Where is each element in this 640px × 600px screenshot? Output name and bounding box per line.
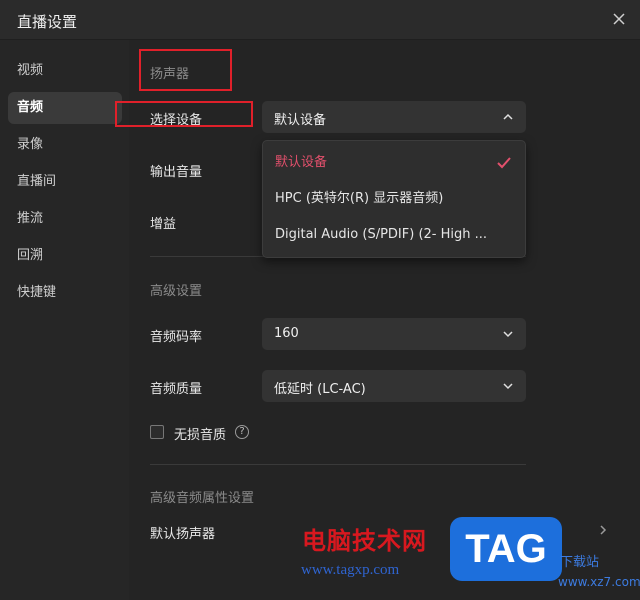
sidebar: 视频 音频 录像 直播间 推流 回溯 快捷键 bbox=[0, 40, 129, 600]
sidebar-item-recording[interactable]: 录像 bbox=[8, 129, 122, 161]
device-select-value: 默认设备 bbox=[274, 113, 327, 128]
bitrate-label: 音频码率 bbox=[150, 330, 203, 345]
speaker-section-title: 扬声器 bbox=[150, 67, 190, 82]
chevron-up-icon bbox=[503, 113, 513, 120]
sidebar-item-replay[interactable]: 回溯 bbox=[8, 240, 122, 272]
bitrate-select[interactable]: 160 bbox=[262, 318, 526, 350]
advanced-audio-section-title: 高级音频属性设置 bbox=[150, 491, 255, 506]
output-volume-label: 输出音量 bbox=[150, 165, 203, 180]
sidebar-item-video[interactable]: 视频 bbox=[8, 55, 122, 87]
device-label: 选择设备 bbox=[150, 113, 203, 128]
device-select[interactable]: 默认设备 bbox=[262, 101, 526, 133]
watermark-cn-text: 电脑技术网 bbox=[302, 527, 427, 555]
watermark-tag-logo: TAG bbox=[450, 517, 562, 581]
dropdown-option-default[interactable]: 默认设备 bbox=[263, 145, 525, 181]
default-speaker-label[interactable]: 默认扬声器 bbox=[150, 523, 215, 542]
chevron-down-icon bbox=[503, 383, 513, 390]
sidebar-item-streaming[interactable]: 推流 bbox=[8, 203, 122, 235]
chevron-right-icon[interactable] bbox=[598, 523, 608, 537]
advanced-section-title: 高级设置 bbox=[150, 284, 203, 299]
divider bbox=[150, 464, 526, 465]
dropdown-option-label: HPC (英特尔(R) 显示器音频) bbox=[275, 191, 444, 206]
sidebar-item-live-room[interactable]: 直播间 bbox=[8, 166, 122, 198]
lossless-label: 无损音质 bbox=[174, 428, 227, 443]
sidebar-item-audio[interactable]: 音频 bbox=[8, 92, 122, 124]
dropdown-option-label: 默认设备 bbox=[275, 155, 328, 170]
window-title: 直播设置 bbox=[17, 13, 78, 31]
watermark-download-url: www.xz7.com bbox=[558, 575, 640, 589]
quality-select-value: 低延时 (LC-AC) bbox=[274, 382, 366, 397]
sidebar-item-shortcuts[interactable]: 快捷键 bbox=[8, 277, 122, 309]
chevron-down-icon bbox=[503, 331, 513, 338]
watermark-url: www.tagxp.com bbox=[301, 562, 400, 578]
watermark-download-text: 下载站 bbox=[560, 555, 600, 570]
check-icon bbox=[497, 157, 511, 169]
help-icon[interactable]: ? bbox=[235, 425, 249, 439]
bitrate-select-value: 160 bbox=[274, 326, 299, 341]
lossless-checkbox[interactable] bbox=[150, 425, 164, 439]
dropdown-option-digital-audio[interactable]: Digital Audio (S/PDIF) (2- High ... bbox=[263, 217, 525, 253]
title-bar: 直播设置 bbox=[0, 0, 640, 40]
gain-label: 增益 bbox=[150, 217, 177, 232]
dropdown-option-hpc[interactable]: HPC (英特尔(R) 显示器音频) bbox=[263, 181, 525, 217]
quality-label: 音频质量 bbox=[150, 382, 203, 397]
close-icon[interactable] bbox=[610, 10, 628, 28]
quality-select[interactable]: 低延时 (LC-AC) bbox=[262, 370, 526, 402]
dropdown-option-label: Digital Audio (S/PDIF) (2- High ... bbox=[275, 227, 488, 242]
device-dropdown: 默认设备 HPC (英特尔(R) 显示器音频) Digital Audio (S… bbox=[262, 140, 526, 258]
